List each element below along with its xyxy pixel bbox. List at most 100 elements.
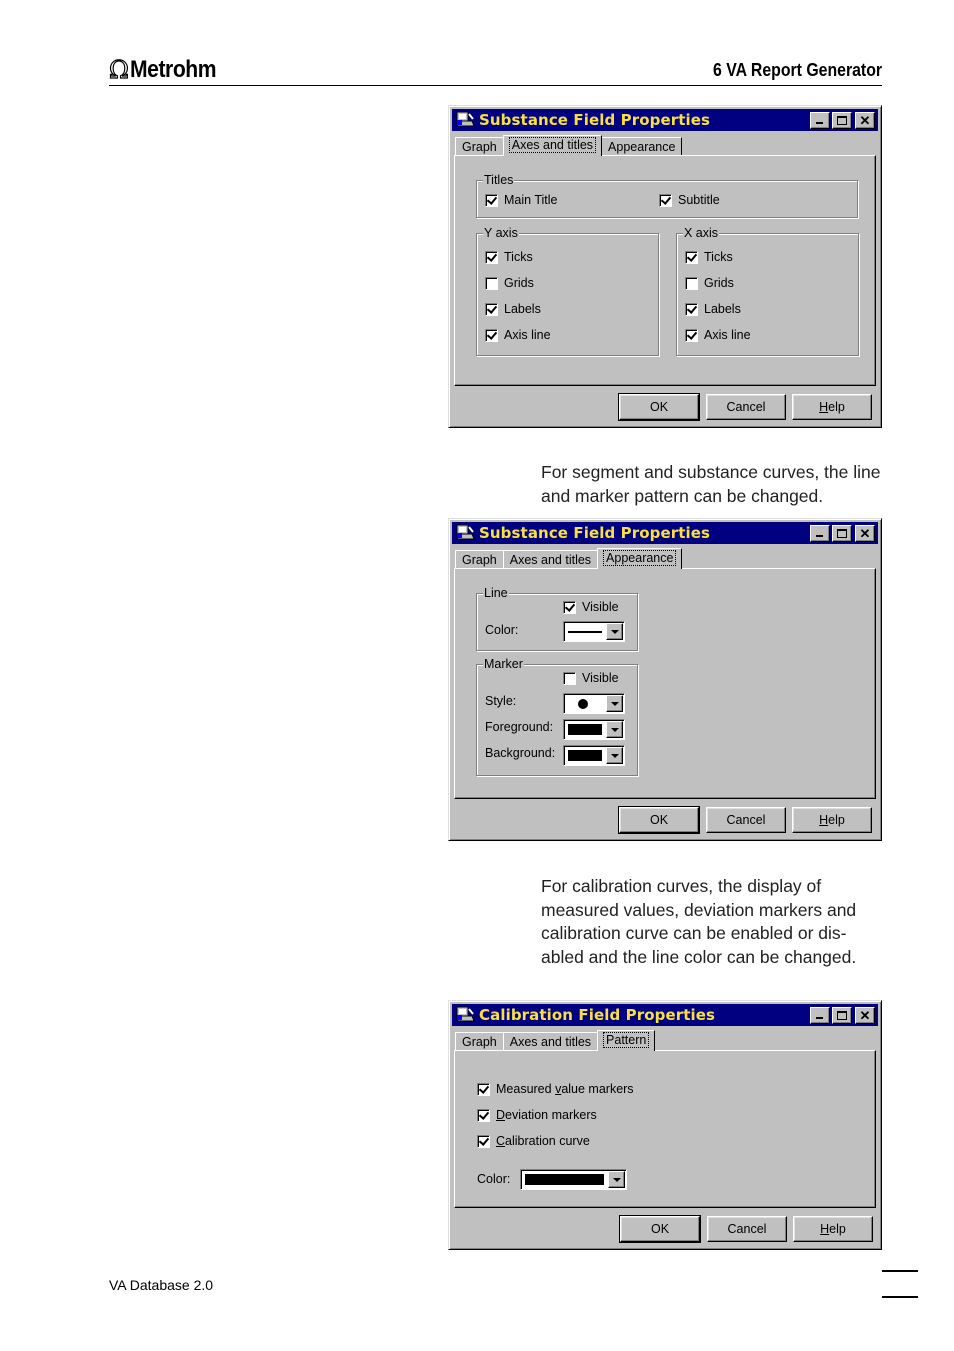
- close-button[interactable]: ✕: [855, 1007, 875, 1024]
- marker-foreground-combo[interactable]: [563, 719, 625, 740]
- curve-color-combo[interactable]: [520, 1169, 627, 1190]
- close-icon: ✕: [859, 113, 871, 128]
- x-axis-line-checkbox[interactable]: Axis line: [685, 328, 751, 342]
- button-label: elp: [829, 1222, 846, 1236]
- tab-graph[interactable]: Graph: [455, 550, 504, 569]
- close-button[interactable]: ✕: [855, 525, 875, 542]
- checkbox-box: [477, 1108, 490, 1122]
- maximize-button[interactable]: [832, 525, 852, 542]
- tab-axes-and-titles[interactable]: Axes and titles: [502, 135, 603, 156]
- tab-strip: Graph Axes and titles Pattern: [455, 1029, 656, 1051]
- cancel-button[interactable]: Cancel: [706, 807, 786, 833]
- footer-rule-bottom: [882, 1296, 918, 1298]
- tab-label: Appearance: [608, 140, 676, 154]
- y-axis-line-checkbox[interactable]: Axis line: [485, 328, 551, 342]
- line-group: Line Visible Color:: [476, 586, 638, 651]
- accelerator-key: C: [496, 1134, 506, 1148]
- marker-visible-checkbox[interactable]: Visible: [563, 671, 619, 685]
- label-part: alue markers: [561, 1082, 634, 1096]
- title-bar[interactable]: Substance Field Properties ✕: [452, 109, 878, 131]
- calibration-curve-checkbox[interactable]: Calibration curve: [477, 1134, 590, 1148]
- dialog-title: Calibration Field Properties: [479, 1006, 716, 1024]
- accelerator-key: H: [820, 1222, 830, 1236]
- ok-button[interactable]: OK: [619, 1215, 701, 1243]
- ok-button[interactable]: OK: [618, 806, 700, 834]
- color-swatch: [525, 1174, 604, 1185]
- marker-background-combo[interactable]: [563, 745, 625, 766]
- tab-axes-and-titles[interactable]: Axes and titles: [502, 550, 599, 569]
- checkbox-box: [685, 328, 698, 342]
- help-button[interactable]: Help: [792, 394, 872, 420]
- y-grids-checkbox[interactable]: Grids: [485, 276, 534, 290]
- printer-app-icon: [455, 524, 475, 542]
- checkbox-label: Axis line: [704, 328, 751, 342]
- x-labels-checkbox[interactable]: Labels: [685, 302, 741, 316]
- button-label: OK: [649, 400, 669, 414]
- checkbox-label: Deviation markers: [496, 1108, 597, 1122]
- maximize-button[interactable]: [832, 112, 852, 129]
- label-part: alibration curve: [505, 1134, 590, 1148]
- maximize-button[interactable]: [832, 1007, 852, 1024]
- maximize-icon: [837, 116, 847, 125]
- x-axis-group: X axis Ticks Grids Labels Axis line: [676, 226, 859, 356]
- main-title-checkbox[interactable]: Main Title: [485, 193, 558, 207]
- tab-appearance[interactable]: Appearance: [597, 548, 683, 569]
- checkbox-box: [685, 302, 698, 316]
- checkbox-box: [485, 193, 498, 207]
- tab-graph[interactable]: Graph: [455, 137, 504, 156]
- marker-style-combo[interactable]: [563, 693, 625, 714]
- deviation-markers-checkbox[interactable]: Deviation markers: [477, 1108, 597, 1122]
- cancel-button[interactable]: Cancel: [707, 1216, 787, 1242]
- y-ticks-checkbox[interactable]: Ticks: [485, 250, 533, 264]
- tab-axes-and-titles[interactable]: Axes and titles: [502, 1032, 599, 1051]
- tab-graph[interactable]: Graph: [455, 1032, 504, 1051]
- minimize-icon: [816, 535, 823, 537]
- y-labels-checkbox[interactable]: Labels: [485, 302, 541, 316]
- checkbox-box: [477, 1082, 490, 1096]
- cancel-button[interactable]: Cancel: [706, 394, 786, 420]
- checkbox-label: Labels: [704, 302, 741, 316]
- minimize-button[interactable]: [810, 525, 830, 542]
- title-bar[interactable]: Calibration Field Properties ✕: [452, 1004, 878, 1026]
- marker-background-label: Background:: [485, 746, 556, 760]
- line-color-label: Color:: [485, 623, 519, 637]
- close-button[interactable]: ✕: [855, 112, 875, 129]
- measured-value-markers-checkbox[interactable]: Measured value markers: [477, 1082, 634, 1096]
- x-ticks-checkbox[interactable]: Ticks: [685, 250, 733, 264]
- x-grids-checkbox[interactable]: Grids: [685, 276, 734, 290]
- button-label: elp: [828, 813, 845, 827]
- tab-appearance[interactable]: Appearance: [601, 137, 683, 156]
- omega-logo-icon: Ω: [108, 56, 129, 84]
- dropdown-arrow-icon[interactable]: [606, 721, 623, 738]
- tab-label: Graph: [462, 553, 497, 567]
- dropdown-arrow-icon[interactable]: [606, 623, 623, 640]
- line-visible-checkbox[interactable]: Visible: [563, 600, 619, 614]
- tab-pattern[interactable]: Pattern: [597, 1030, 656, 1051]
- line-color-combo[interactable]: [563, 621, 625, 642]
- checkbox-box: [659, 193, 672, 207]
- label-part: Measured: [496, 1082, 556, 1096]
- dropdown-arrow-icon[interactable]: [608, 1171, 625, 1188]
- dropdown-arrow-icon[interactable]: [606, 747, 623, 764]
- checkbox-label: Grids: [704, 276, 734, 290]
- titles-group: Titles Main Title Subtitle: [476, 173, 858, 218]
- minimize-button[interactable]: [810, 1007, 830, 1024]
- group-label: Titles: [483, 173, 515, 187]
- tab-label: Appearance: [603, 550, 677, 566]
- help-button[interactable]: Help: [793, 1216, 873, 1242]
- help-button[interactable]: Help: [792, 807, 872, 833]
- button-label: Cancel: [726, 813, 766, 827]
- ok-button[interactable]: OK: [618, 393, 700, 421]
- metrohm-logo: Ω Metrohm: [108, 56, 228, 84]
- checkbox-label: Measured value markers: [496, 1082, 634, 1096]
- solid-line-swatch: [568, 631, 602, 633]
- title-bar[interactable]: Substance Field Properties ✕: [452, 522, 878, 544]
- minimize-button[interactable]: [810, 112, 830, 129]
- checkbox-box: [563, 671, 576, 685]
- subtitle-checkbox[interactable]: Subtitle: [659, 193, 720, 207]
- tab-label: Graph: [462, 1035, 497, 1049]
- dropdown-arrow-icon[interactable]: [606, 695, 623, 712]
- button-label: OK: [649, 813, 669, 827]
- checkbox-box: [685, 250, 698, 264]
- group-label: Y axis: [483, 226, 519, 240]
